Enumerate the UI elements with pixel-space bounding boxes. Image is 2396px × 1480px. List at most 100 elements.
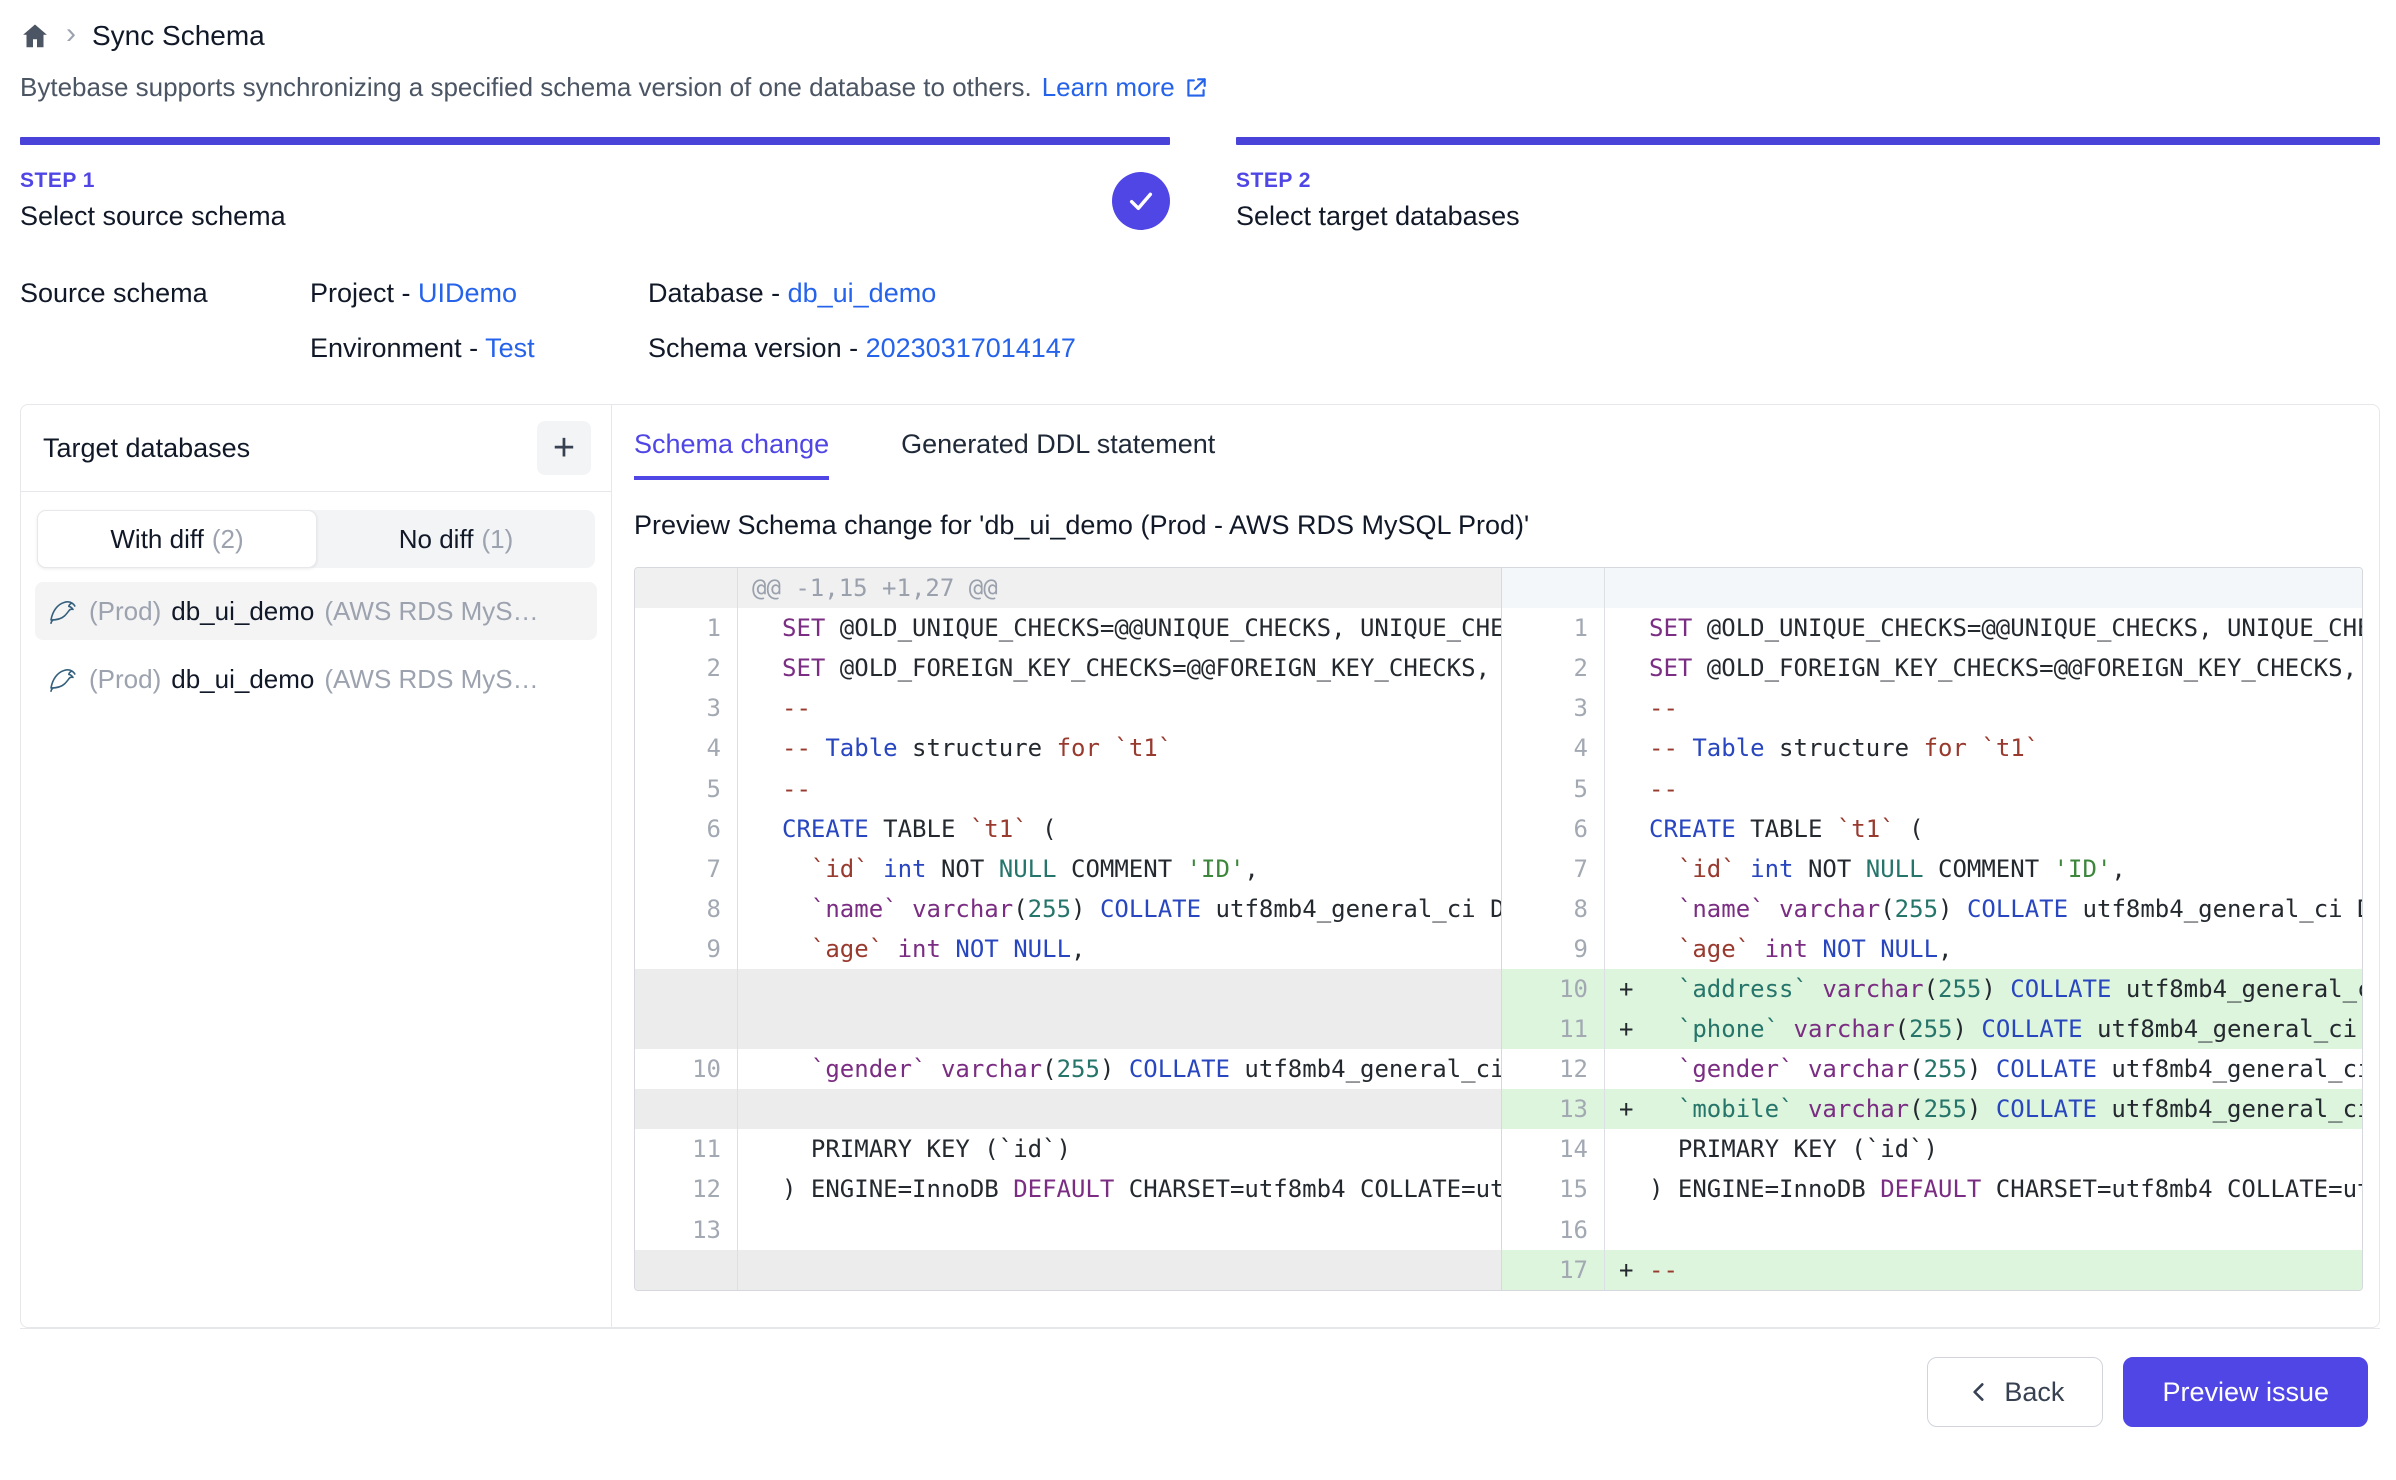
back-button[interactable]: Back <box>1927 1357 2103 1427</box>
database-link[interactable]: db_ui_demo <box>788 278 937 308</box>
diff-row: 2SET @OLD_FOREIGN_KEY_CHECKS=@@FOREIGN_K… <box>1502 648 2362 688</box>
code-token: varchar <box>912 895 1013 923</box>
code-token: 255 <box>1938 975 1981 1003</box>
code-token: int <box>898 935 941 963</box>
code-token: ( <box>1042 1055 1056 1083</box>
schema-version-field: Schema version - 20230317014147 <box>648 333 2380 364</box>
code-line: -- <box>782 694 1501 722</box>
with-diff-count: (2) <box>212 524 244 555</box>
footer-actions: Back Preview issue <box>20 1329 2380 1427</box>
code-token: `id` <box>1678 855 1736 883</box>
diff-row: 15) ENGINE=InnoDB DEFAULT CHARSET=utf8mb… <box>1502 1169 2362 1209</box>
code-token: , <box>1938 935 1952 963</box>
environment-field: Environment - Test <box>310 333 648 364</box>
diff-row: 8 `name` varchar(255) COLLATE utf8mb4_ge… <box>635 889 1501 929</box>
code-token: Table <box>825 734 897 762</box>
code-line: SET @OLD_UNIQUE_CHECKS=@@UNIQUE_CHECKS, … <box>1649 614 2362 642</box>
diff-row: 16 <box>1502 1210 2362 1250</box>
line-number: 4 <box>635 728 738 768</box>
code-token: COLLATE <box>1996 1055 2097 1083</box>
diff-row: 12 `gender` varchar(255) COLLATE utf8mb4… <box>1502 1049 2362 1089</box>
code-token: `t1` <box>1114 734 1172 762</box>
preview-issue-button[interactable]: Preview issue <box>2123 1357 2368 1427</box>
code-token: varchar <box>1822 975 1923 1003</box>
code-token: `age` <box>811 935 883 963</box>
diff-row: 4-- Table structure for `t1` <box>1502 728 2362 768</box>
line-number: 12 <box>1502 1049 1605 1089</box>
code-token: ( <box>1013 895 1027 923</box>
project-link[interactable]: UIDemo <box>418 278 517 308</box>
diff-row: 12) ENGINE=InnoDB DEFAULT CHARSET=utf8mb… <box>635 1169 1501 1209</box>
code-line: `mobile` varchar(255) COLLATE utf8mb4_ge… <box>1649 1095 2362 1123</box>
tab-no-diff[interactable]: No diff (1) <box>317 510 595 568</box>
schema-diff: @@ -1,15 +1,27 @@1SET @OLD_UNIQUE_CHECKS… <box>634 567 2363 1291</box>
database-list-item[interactable]: (Prod) db_ui_demo (AWS RDS MyS… <box>35 582 597 640</box>
breadcrumb: › Sync Schema <box>20 0 2380 58</box>
code-token: utf8mb4_general_ci DEFAULT NULL, <box>2083 1015 2362 1043</box>
code-token: COLLATE <box>1129 1055 1230 1083</box>
code-token: SET <box>782 654 825 682</box>
code-line: CREATE TABLE `t1` ( <box>1649 815 2362 843</box>
diff-marker: + <box>1605 1095 1649 1123</box>
code-token: TABLE <box>869 815 970 843</box>
code-token <box>1649 1055 1678 1083</box>
code-token: NOT NULL <box>955 935 1071 963</box>
schema-version-link[interactable]: 20230317014147 <box>866 333 1076 363</box>
tab-with-diff[interactable]: With diff (2) <box>37 510 317 568</box>
hunk-header: @@ -1,15 +1,27 @@ <box>738 568 1501 608</box>
diff-pane-source[interactable]: @@ -1,15 +1,27 @@1SET @OLD_UNIQUE_CHECKS… <box>635 568 1501 1290</box>
code-token: , <box>1244 855 1258 883</box>
code-token: int <box>1750 855 1793 883</box>
code-token: 255 <box>1028 895 1071 923</box>
code-token <box>883 935 897 963</box>
line-number: 15 <box>1502 1169 1605 1209</box>
schema-tabs: Schema change Generated DDL statement <box>634 405 2363 480</box>
diff-pane-target[interactable]: 1SET @OLD_UNIQUE_CHECKS=@@UNIQUE_CHECKS,… <box>1501 568 2362 1290</box>
code-token: , <box>2111 855 2125 883</box>
code-token: utf8mb4_general_ci DEFAULT NULL, <box>2097 1095 2362 1123</box>
step-2-title: Select target databases <box>1236 201 1520 232</box>
code-token <box>1794 1055 1808 1083</box>
database-list-item[interactable]: (Prod) db_ui_demo (AWS RDS MyS… <box>35 650 597 708</box>
line-number <box>635 1250 738 1290</box>
diff-row <box>635 1250 1501 1290</box>
no-diff-label: No diff <box>399 524 474 555</box>
code-line: `age` int NOT NULL, <box>1649 935 2362 963</box>
line-number <box>635 568 738 608</box>
add-database-button[interactable]: + <box>537 421 591 475</box>
code-token: PRIMARY KEY (`id`) <box>1649 1135 1938 1163</box>
breadcrumb-chevron-icon: › <box>66 19 76 49</box>
code-token: ( <box>1895 1015 1909 1043</box>
diff-row: 7 `id` int NOT NULL COMMENT 'ID', <box>1502 849 2362 889</box>
page-description: Bytebase supports synchronizing a specif… <box>20 72 2380 103</box>
code-line: `address` varchar(255) COLLATE utf8mb4_g… <box>1649 975 2362 1003</box>
home-icon[interactable] <box>20 21 50 51</box>
code-token: `gender` <box>811 1055 927 1083</box>
code-token <box>1765 895 1779 923</box>
step-1-progress-bar <box>20 137 1170 145</box>
code-token: COLLATE <box>1981 1015 2082 1043</box>
database-instance: (AWS RDS MyS… <box>324 664 538 695</box>
code-line: -- Table structure for `t1` <box>1649 734 2362 762</box>
code-token: 255 <box>1057 1055 1100 1083</box>
tab-generated-ddl[interactable]: Generated DDL statement <box>901 429 1215 480</box>
tab-schema-change[interactable]: Schema change <box>634 429 829 480</box>
code-token <box>1649 855 1678 883</box>
code-token: `name` <box>1678 895 1765 923</box>
chevron-left-icon <box>1966 1379 1992 1405</box>
diff-row: 10+ `address` varchar(255) COLLATE utf8m… <box>1502 969 2362 1009</box>
target-database-list: (Prod) db_ui_demo (AWS RDS MyS… (Prod) d… <box>21 582 611 708</box>
diff-row: 1SET @OLD_UNIQUE_CHECKS=@@UNIQUE_CHECKS,… <box>635 608 1501 648</box>
sync-schema-page: › Sync Schema Bytebase supports synchron… <box>0 0 2396 1480</box>
line-number: 8 <box>1502 889 1605 929</box>
line-number: 10 <box>1502 969 1605 1009</box>
plus-icon: + <box>553 429 575 467</box>
code-line: `id` int NOT NULL COMMENT 'ID', <box>1649 855 2362 883</box>
environment-link[interactable]: Test <box>485 333 535 363</box>
learn-more-link[interactable]: Learn more <box>1042 72 1209 103</box>
code-token: int <box>1765 935 1808 963</box>
code-token: ) ENGINE=InnoDB <box>1649 1175 1880 1203</box>
code-token: 255 <box>1924 1055 1967 1083</box>
step-1-title: Select source schema <box>20 201 286 232</box>
code-token <box>941 935 955 963</box>
